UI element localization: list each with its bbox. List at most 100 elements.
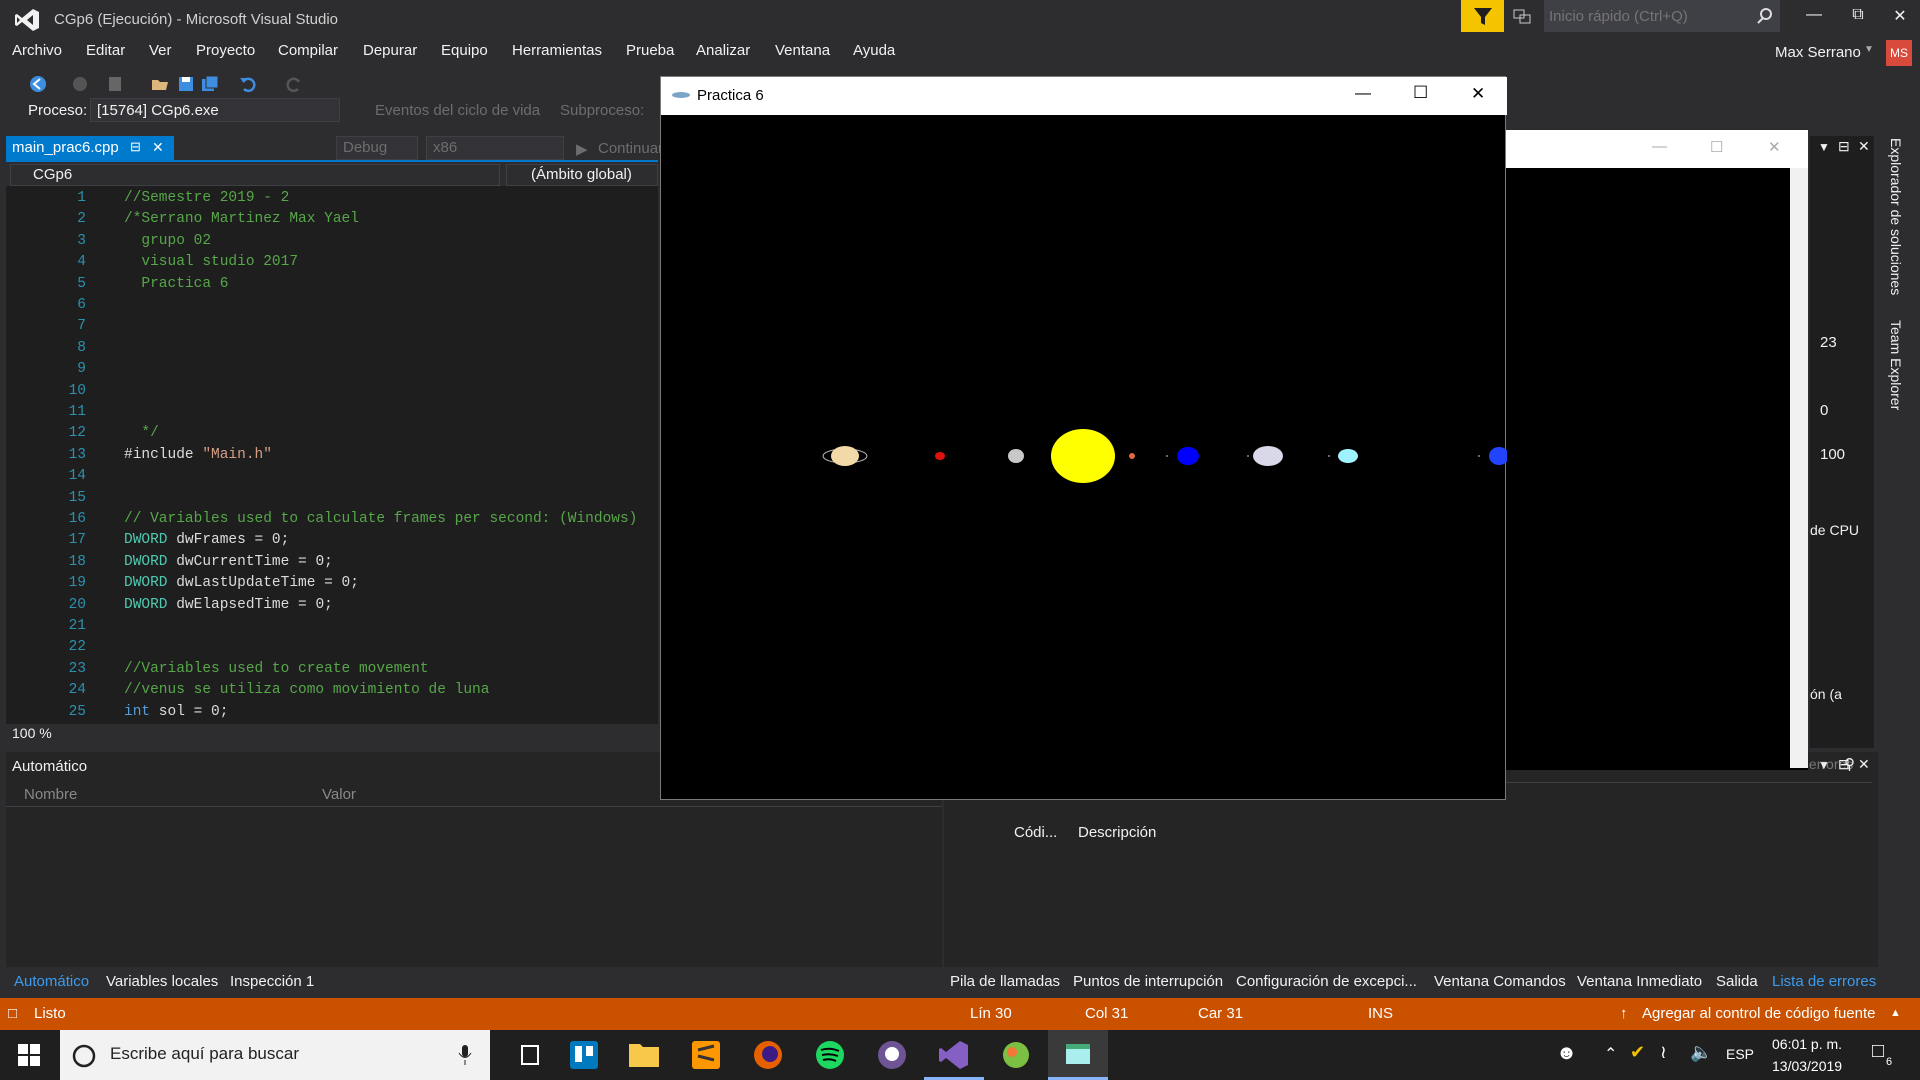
code-line[interactable]: DWORD dwLastUpdateTime = 0; — [124, 575, 359, 591]
menu-archivo[interactable]: Archivo — [12, 42, 62, 59]
github-desktop-icon[interactable] — [862, 1030, 922, 1080]
undo-icon[interactable] — [238, 74, 258, 94]
tray-chevron-icon[interactable]: ⌃ — [1604, 1044, 1617, 1064]
tab-variables-locales[interactable]: Variables locales — [106, 973, 218, 990]
platform-dropdown[interactable]: x86 — [426, 136, 564, 160]
pin-icon[interactable]: ⊟ — [130, 139, 141, 155]
col-name[interactable]: Nombre — [24, 786, 77, 803]
project-dropdown[interactable]: CGp6 — [10, 164, 500, 186]
trello-icon[interactable] — [554, 1030, 614, 1080]
code-line[interactable]: //venus se utiliza como movimiento de lu… — [124, 682, 489, 698]
tab-team-explorer[interactable]: Team Explorer — [1888, 320, 1904, 410]
tab-ventana-inmediato[interactable]: Ventana Inmediato — [1577, 973, 1702, 990]
menu-editar[interactable]: Editar — [86, 42, 125, 59]
panel-close-icon[interactable]: ✕ — [1858, 138, 1870, 155]
code-line[interactable]: DWORD dwCurrentTime = 0; — [124, 554, 333, 570]
chameleon-icon[interactable] — [986, 1030, 1046, 1080]
action-center-icon[interactable]: □ — [1872, 1040, 1884, 1063]
tab-puntos-interrupcion[interactable]: Puntos de interrupción — [1073, 973, 1223, 990]
filter-notification-button[interactable] — [1461, 0, 1504, 32]
taskbar-search-input[interactable]: Escribe aquí para buscar — [110, 1044, 299, 1064]
tab-pila-llamadas[interactable]: Pila de llamadas — [950, 973, 1060, 990]
code-line[interactable]: visual studio 2017 — [124, 254, 298, 270]
menu-prueba[interactable]: Prueba — [626, 42, 674, 59]
tab-solution-explorer[interactable]: Explorador de soluciones — [1888, 138, 1904, 295]
microphone-icon[interactable] — [458, 1044, 472, 1066]
back-icon[interactable] — [28, 74, 48, 94]
source-control-button[interactable]: Agregar al control de código fuente — [1642, 1005, 1876, 1022]
gl-maximize-button[interactable]: ☐ — [1413, 83, 1428, 103]
menu-ayuda[interactable]: Ayuda — [853, 42, 895, 59]
code-line[interactable]: //Variables used to create movement — [124, 661, 429, 677]
gl-close-button[interactable]: ✕ — [1471, 84, 1485, 104]
maximize-button[interactable]: ⧉ — [1846, 6, 1870, 28]
people-icon[interactable]: ☻ — [1556, 1042, 1577, 1065]
menu-equipo[interactable]: Equipo — [441, 42, 488, 59]
col-description[interactable]: Descripción — [1078, 824, 1156, 841]
tab-inspeccion-1[interactable]: Inspección 1 — [230, 973, 314, 990]
zoom-level[interactable]: 100 % — [12, 725, 52, 741]
spotify-icon[interactable] — [800, 1030, 860, 1080]
tab-automatico[interactable]: Automático — [14, 973, 89, 990]
scope-dropdown[interactable]: (Ámbito global) — [506, 164, 658, 186]
code-line[interactable]: int sol = 0; — [124, 704, 228, 720]
volume-icon[interactable]: 🔈 — [1690, 1042, 1712, 1063]
opengl-app-taskbar-icon[interactable] — [1048, 1030, 1108, 1080]
console-maximize-icon[interactable]: ☐ — [1710, 138, 1723, 156]
tab-lista-errores[interactable]: Lista de errores — [1772, 973, 1876, 990]
code-line[interactable]: */ — [124, 425, 158, 441]
menu-proyecto[interactable]: Proyecto — [196, 42, 255, 59]
redo-icon[interactable] — [284, 74, 304, 94]
continue-play-icon[interactable]: ▶ — [576, 140, 588, 158]
minimize-button[interactable]: — — [1802, 6, 1826, 28]
windows-start-icon[interactable] — [18, 1044, 40, 1066]
tab-config-excepciones[interactable]: Configuración de excepci... — [1236, 973, 1417, 990]
task-view-icon[interactable] — [500, 1030, 560, 1080]
solution-config-dropdown[interactable]: Debug — [336, 136, 418, 160]
code-line[interactable]: #include "Main.h" — [124, 447, 272, 463]
menu-analizar[interactable]: Analizar — [696, 42, 750, 59]
security-icon[interactable]: ✔ — [1630, 1042, 1645, 1063]
code-line[interactable]: /*Serrano Martinez Max Yael — [124, 211, 359, 227]
visual-studio-taskbar-icon[interactable] — [924, 1030, 984, 1080]
errors-close-icon[interactable]: ✕ — [1858, 756, 1870, 773]
clock-time[interactable]: 06:01 p. m. — [1772, 1036, 1842, 1052]
code-line[interactable]: Practica 6 — [124, 276, 228, 292]
user-dropdown-icon[interactable]: ▼ — [1864, 44, 1874, 55]
col-value[interactable]: Valor — [322, 786, 356, 803]
menu-ventana[interactable]: Ventana — [775, 42, 830, 59]
menu-ver[interactable]: Ver — [149, 42, 172, 59]
taskbar-search[interactable]: Escribe aquí para buscar — [60, 1030, 490, 1080]
code-line[interactable]: DWORD dwFrames = 0; — [124, 532, 289, 548]
quick-launch-input[interactable] — [1545, 1, 1745, 31]
code-line[interactable]: DWORD dwElapsedTime = 0; — [124, 597, 333, 613]
close-button[interactable]: ✕ — [1888, 6, 1912, 28]
user-name[interactable]: Max Serrano — [1775, 44, 1861, 61]
lifecycle-events[interactable]: Eventos del ciclo de vida — [375, 102, 540, 119]
console-minimize-icon[interactable]: — — [1652, 138, 1667, 155]
code-line[interactable]: grupo 02 — [124, 233, 211, 249]
tab-ventana-comandos[interactable]: Ventana Comandos — [1434, 973, 1566, 990]
sublime-text-icon[interactable] — [676, 1030, 736, 1080]
code-line[interactable]: //Semestre 2019 - 2 — [124, 190, 289, 206]
save-all-icon[interactable] — [200, 74, 220, 94]
close-tab-icon[interactable]: ✕ — [152, 139, 164, 156]
console-window[interactable]: — ☐ ✕ — [1502, 130, 1808, 770]
code-editor[interactable]: 1 //Semestre 2019 - 2 2 /*Serrano Martinez … — [6, 186, 658, 724]
file-explorer-icon[interactable] — [614, 1030, 674, 1080]
feedback-icon[interactable] — [1512, 8, 1532, 26]
open-file-icon[interactable] — [150, 74, 170, 94]
forward-icon[interactable] — [70, 74, 90, 94]
gl-minimize-button[interactable]: — — [1355, 85, 1371, 103]
errors-pin-icon[interactable]: ⊟ — [1838, 756, 1850, 773]
panel-pin-icon[interactable]: ⊟ — [1838, 138, 1850, 155]
opengl-window[interactable]: Practica 6 — ☐ ✕ — [660, 76, 1507, 800]
process-dropdown[interactable]: [15764] CGp6.exe — [90, 98, 340, 122]
menu-compilar[interactable]: Compilar — [278, 42, 338, 59]
avatar[interactable]: MS — [1886, 40, 1912, 66]
input-language[interactable]: ESP — [1726, 1046, 1754, 1062]
code-line[interactable]: // Variables used to calculate frames pe… — [124, 511, 637, 527]
console-scrollbar[interactable] — [1790, 168, 1808, 768]
console-close-icon[interactable]: ✕ — [1768, 138, 1781, 156]
quick-launch[interactable] — [1544, 0, 1780, 32]
